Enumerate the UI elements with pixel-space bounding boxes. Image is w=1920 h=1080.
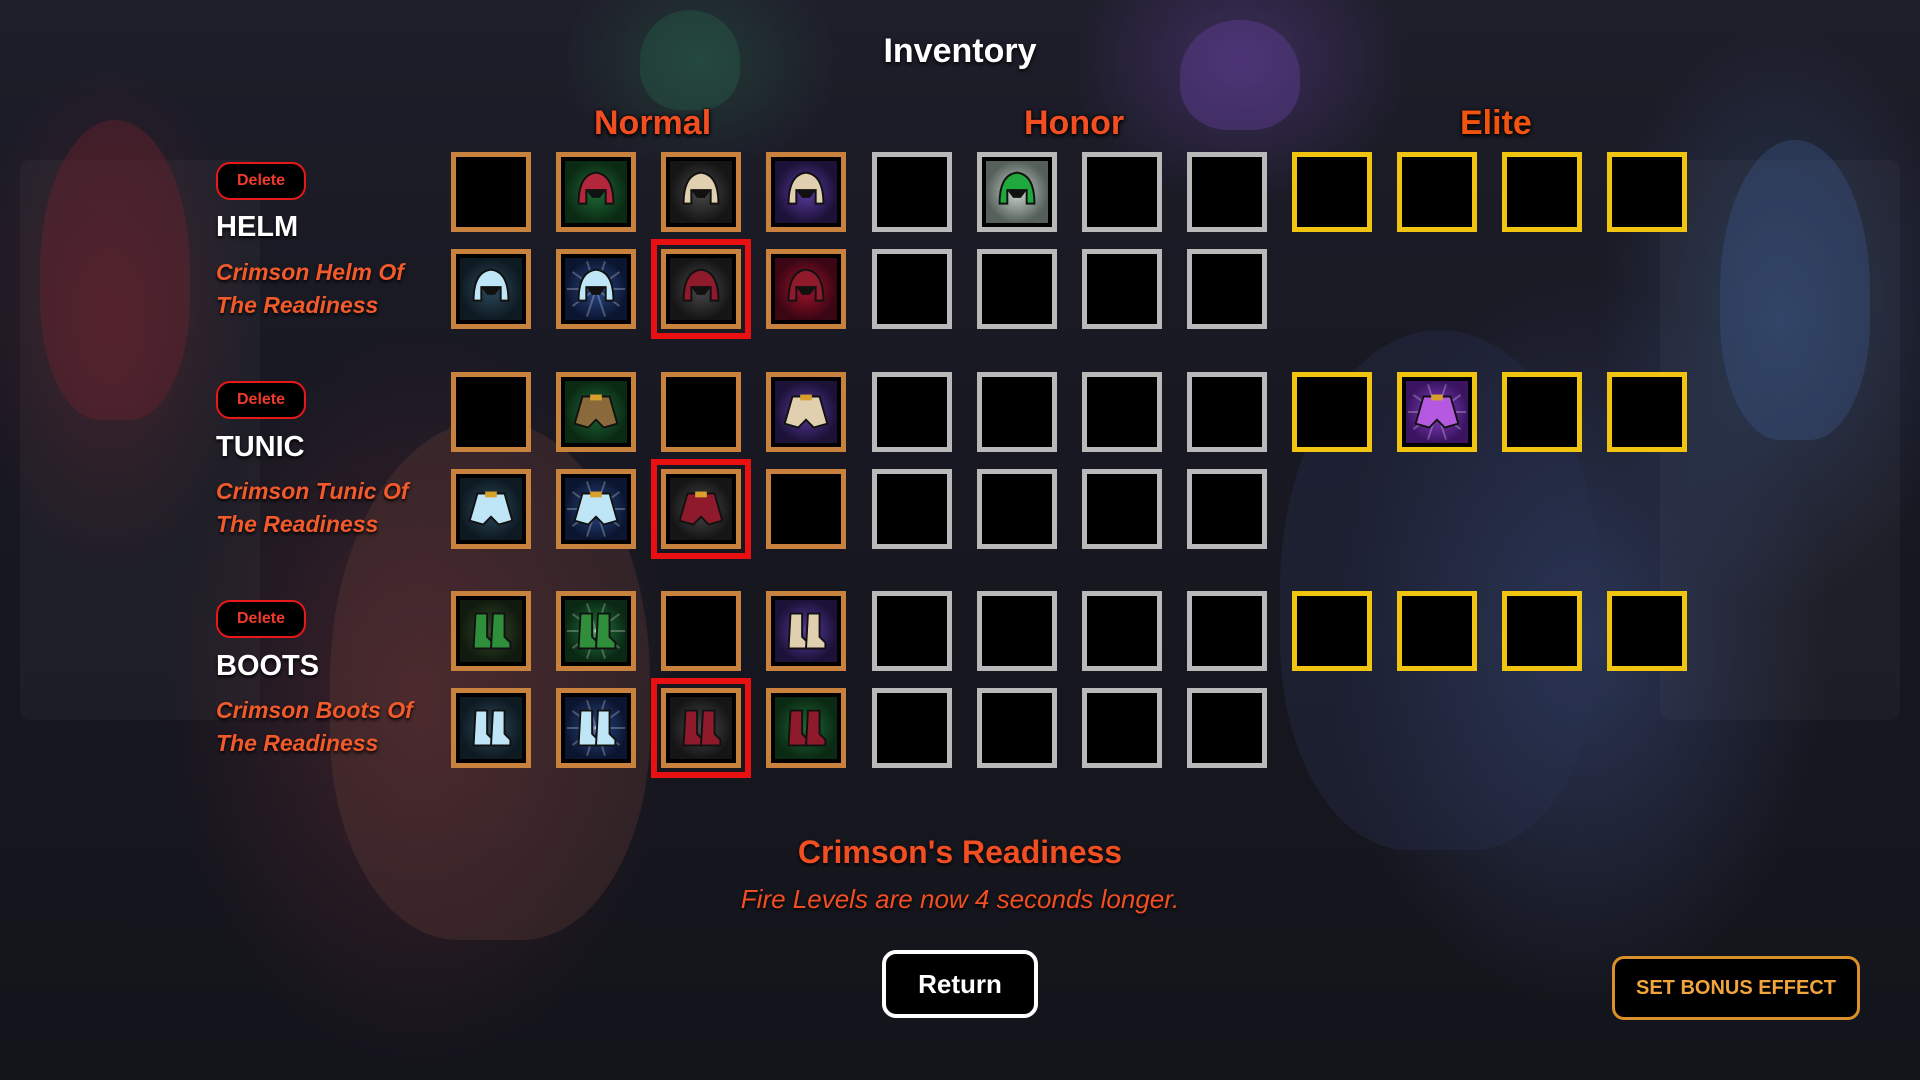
normal-slot-tunic-r2-c1[interactable] bbox=[451, 469, 531, 549]
helm-crimson-dark-icon bbox=[666, 254, 736, 324]
honor-slot-boots-r2-c2[interactable] bbox=[977, 688, 1057, 768]
delete-button-boots[interactable]: Delete bbox=[216, 600, 306, 638]
equipped-item-name-helm: Crimson Helm Of The Readiness bbox=[216, 259, 404, 318]
honor-slot-boots-r2-c4[interactable] bbox=[1187, 688, 1267, 768]
honor-slot-tunic-r1-c3[interactable] bbox=[1082, 372, 1162, 452]
honor-slot-helm-r1-c1[interactable] bbox=[872, 152, 952, 232]
honor-slot-tunic-r2-c4[interactable] bbox=[1187, 469, 1267, 549]
set-bonus-description: Fire Levels are now 4 seconds longer. bbox=[740, 884, 1180, 914]
elite-slot-tunic-r1-c3[interactable] bbox=[1502, 372, 1582, 452]
honor-slot-boots-r1-c2[interactable] bbox=[977, 591, 1057, 671]
elite-slot-helm-r1-c1[interactable] bbox=[1292, 152, 1372, 232]
normal-slot-tunic-r1-c1[interactable] bbox=[451, 372, 531, 452]
return-button[interactable]: Return bbox=[882, 950, 1038, 1018]
page-title: Inventory bbox=[883, 32, 1037, 70]
honor-slot-helm-r1-c4[interactable] bbox=[1187, 152, 1267, 232]
elite-slot-boots-r1-c2[interactable] bbox=[1397, 591, 1477, 671]
normal-slot-boots-r2-c3[interactable] bbox=[651, 678, 751, 778]
normal-slot-boots-r1-c1[interactable] bbox=[451, 591, 531, 671]
tier-label-honor: Honor bbox=[1024, 104, 1125, 142]
tunic-purple-beige-icon bbox=[771, 377, 841, 447]
honor-slot-helm-r2-c3[interactable] bbox=[1082, 249, 1162, 329]
honor-slot-tunic-r2-c1[interactable] bbox=[872, 469, 952, 549]
honor-slot-boots-r1-c4[interactable] bbox=[1187, 591, 1267, 671]
helm-ice-blue-blast-icon bbox=[561, 254, 631, 324]
tier-label-elite: Elite bbox=[1460, 104, 1532, 142]
set-bonus-effect-button[interactable]: SET BONUS EFFECT bbox=[1612, 956, 1860, 1020]
delete-button-tunic[interactable]: Delete bbox=[216, 381, 306, 419]
normal-slot-helm-r1-c1[interactable] bbox=[451, 152, 531, 232]
normal-slot-boots-r1-c2[interactable] bbox=[556, 591, 636, 671]
honor-slot-helm-r1-c2[interactable] bbox=[977, 152, 1057, 232]
normal-slot-tunic-r2-c4[interactable] bbox=[766, 469, 846, 549]
tunic-ice-blue-icon bbox=[456, 474, 526, 544]
normal-slot-boots-r1-c3[interactable] bbox=[661, 591, 741, 671]
helm-beige-purple-icon bbox=[771, 157, 841, 227]
tunic-green-tan-icon bbox=[561, 377, 631, 447]
elite-slot-helm-r1-c3[interactable] bbox=[1502, 152, 1582, 232]
honor-slot-helm-r2-c2[interactable] bbox=[977, 249, 1057, 329]
tier-label-normal: Normal bbox=[594, 104, 712, 142]
normal-slot-tunic-r1-c3[interactable] bbox=[661, 372, 741, 452]
elite-slot-tunic-r1-c4[interactable] bbox=[1607, 372, 1687, 452]
tunic-crimson-dark-icon bbox=[666, 474, 736, 544]
honor-slot-helm-r2-c4[interactable] bbox=[1187, 249, 1267, 329]
boots-crimson-green-icon bbox=[771, 693, 841, 763]
elite-slot-boots-r1-c4[interactable] bbox=[1607, 591, 1687, 671]
delete-button-helm[interactable]: Delete bbox=[216, 162, 306, 200]
elite-slot-helm-r1-c2[interactable] bbox=[1397, 152, 1477, 232]
normal-slot-helm-r1-c4[interactable] bbox=[766, 152, 846, 232]
boots-ice-blue-icon bbox=[456, 693, 526, 763]
honor-slot-tunic-r1-c4[interactable] bbox=[1187, 372, 1267, 452]
normal-slot-boots-r2-c1[interactable] bbox=[451, 688, 531, 768]
elite-slot-tunic-r1-c1[interactable] bbox=[1292, 372, 1372, 452]
boots-crimson-dark-icon bbox=[666, 693, 736, 763]
normal-slot-tunic-r1-c2[interactable] bbox=[556, 372, 636, 452]
set-bonus-name: Crimson's Readiness bbox=[797, 834, 1123, 870]
honor-slot-tunic-r1-c2[interactable] bbox=[977, 372, 1057, 452]
normal-slot-tunic-r2-c2[interactable] bbox=[556, 469, 636, 549]
helm-beige-dark-icon bbox=[666, 157, 736, 227]
normal-slot-helm-r2-c4[interactable] bbox=[766, 249, 846, 329]
normal-slot-helm-r2-c1[interactable] bbox=[451, 249, 531, 329]
elite-slot-boots-r1-c1[interactable] bbox=[1292, 591, 1372, 671]
normal-slot-boots-r2-c2[interactable] bbox=[556, 688, 636, 768]
normal-slot-tunic-r1-c4[interactable] bbox=[766, 372, 846, 452]
elite-slot-helm-r1-c4[interactable] bbox=[1607, 152, 1687, 232]
boots-green-blast-icon bbox=[561, 596, 631, 666]
honor-slot-tunic-r1-c1[interactable] bbox=[872, 372, 952, 452]
boots-beige-purple-icon bbox=[771, 596, 841, 666]
category-label-tunic: TUNIC bbox=[216, 431, 305, 463]
honor-slot-helm-r1-c3[interactable] bbox=[1082, 152, 1162, 232]
honor-slot-helm-r2-c1[interactable] bbox=[872, 249, 952, 329]
normal-slot-helm-r1-c3[interactable] bbox=[661, 152, 741, 232]
normal-slot-tunic-r2-c3[interactable] bbox=[651, 459, 751, 559]
honor-slot-boots-r2-c3[interactable] bbox=[1082, 688, 1162, 768]
category-label-helm: HELM bbox=[216, 211, 299, 243]
equipped-item-name-tunic: Crimson Tunic Of The Readiness bbox=[216, 478, 409, 537]
category-label-boots: BOOTS bbox=[216, 650, 320, 682]
equipped-item-name-boots: Crimson Boots Of The Readiness bbox=[216, 697, 413, 756]
normal-slot-boots-r2-c4[interactable] bbox=[766, 688, 846, 768]
boots-green-icon bbox=[456, 596, 526, 666]
honor-slot-boots-r1-c1[interactable] bbox=[872, 591, 952, 671]
helm-crimson-red-icon bbox=[771, 254, 841, 324]
normal-slot-helm-r1-c2[interactable] bbox=[556, 152, 636, 232]
tunic-purple-gold-icon bbox=[1402, 377, 1472, 447]
honor-slot-boots-r2-c1[interactable] bbox=[872, 688, 952, 768]
honor-slot-tunic-r2-c2[interactable] bbox=[977, 469, 1057, 549]
elite-slot-tunic-r1-c2[interactable] bbox=[1397, 372, 1477, 452]
helm-ice-blue-icon bbox=[456, 254, 526, 324]
elite-slot-boots-r1-c3[interactable] bbox=[1502, 591, 1582, 671]
honor-slot-boots-r1-c3[interactable] bbox=[1082, 591, 1162, 671]
honor-slot-tunic-r2-c3[interactable] bbox=[1082, 469, 1162, 549]
boots-ice-blue-blast-icon bbox=[561, 693, 631, 763]
normal-slot-helm-r2-c2[interactable] bbox=[556, 249, 636, 329]
tunic-ice-blue-blast-icon bbox=[561, 474, 631, 544]
normal-slot-helm-r2-c3[interactable] bbox=[651, 239, 751, 339]
helm-green-red-icon bbox=[561, 157, 631, 227]
helm-green-gem-icon bbox=[982, 157, 1052, 227]
normal-slot-boots-r1-c4[interactable] bbox=[766, 591, 846, 671]
